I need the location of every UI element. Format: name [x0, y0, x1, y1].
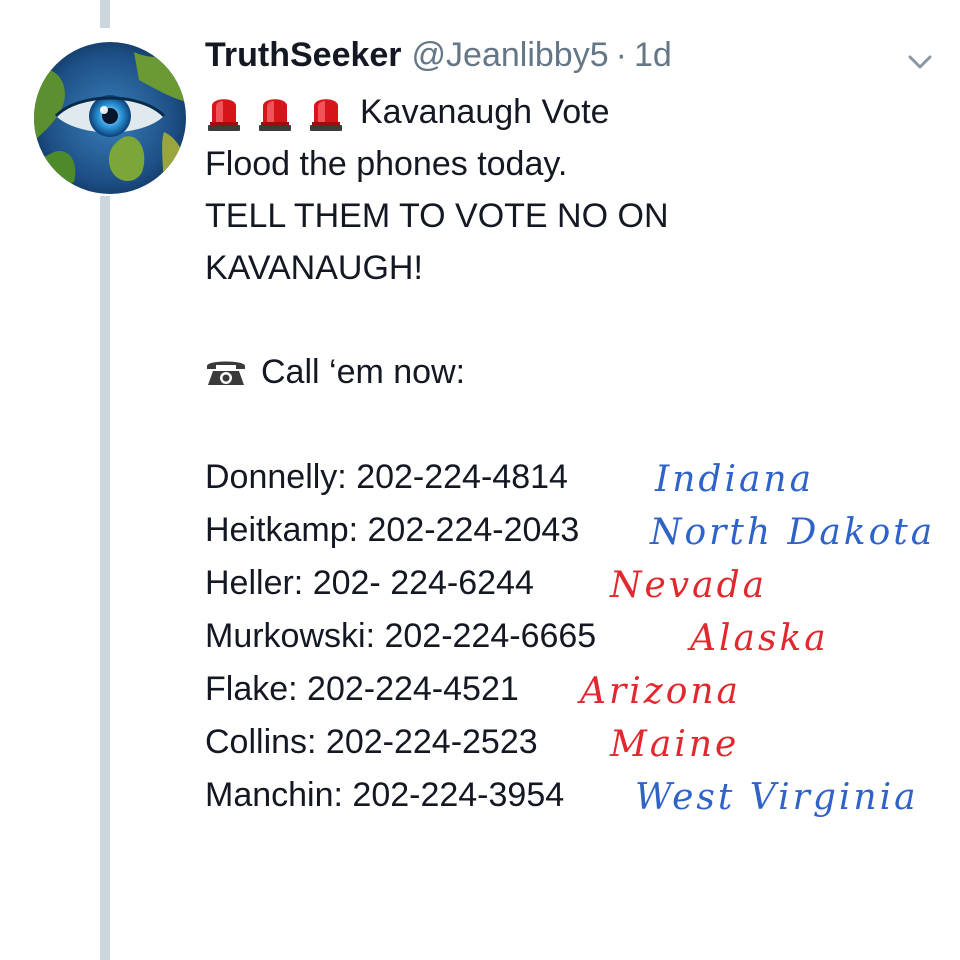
contact-phone-text: Flake: 202-224-4521: [205, 669, 519, 708]
tweet-line: TELL THEM TO VOTE NO ON: [205, 197, 669, 235]
contact-phone-text: Murkowski: 202-224-6665: [205, 616, 597, 655]
handwritten-state-label: Nevada: [610, 565, 768, 606]
separator-dot: ·: [615, 36, 627, 74]
contact-phone-text: Collins: 202-224-2523: [205, 722, 538, 761]
contact-row: Heller: 202- 224-6244 Nevada: [205, 556, 945, 609]
contact-row: Murkowski: 202-224-6665 Alaska: [205, 609, 945, 662]
earth-eye-avatar-icon: [34, 42, 186, 194]
thread-line: [100, 0, 110, 28]
contact-row: Donnelly: 202-224-4814 Indiana: [205, 450, 945, 503]
display-name[interactable]: TruthSeeker: [205, 36, 402, 75]
chevron-down-icon[interactable]: [902, 50, 938, 74]
contact-row: Heitkamp: 202-224-2043 North Dakota: [205, 503, 945, 556]
contact-phone-text: Heller: 202- 224-6244: [205, 563, 534, 602]
contact-row: Collins: 202-224-2523 Maine: [205, 715, 945, 768]
tweet-title: Kavanaugh Vote: [360, 93, 610, 131]
call-text: Call ‘em now:: [261, 353, 466, 391]
title-line: Kavanaugh Vote: [205, 86, 945, 138]
telephone-icon: [205, 357, 247, 387]
call-line: Call ‘em now:: [205, 346, 945, 398]
handwritten-state-label: Alaska: [690, 618, 829, 659]
siren-icon: [205, 92, 243, 132]
contact-phone-text: Manchin: 202-224-3954: [205, 775, 565, 814]
avatar[interactable]: [34, 42, 186, 194]
tweet-line: KAVANAUGH!: [205, 249, 423, 287]
tweet-header: TruthSeeker @Jeanlibby5 · 1d: [205, 36, 672, 82]
handwritten-state-label: West Virginia: [635, 777, 919, 818]
contact-phone-text: Donnelly: 202-224-4814: [205, 457, 568, 496]
contact-row: Manchin: 202-224-3954 West Virginia: [205, 768, 945, 821]
handwritten-state-label: Indiana: [655, 459, 815, 500]
handwritten-state-label: Arizona: [580, 671, 742, 712]
contact-phone-text: Heitkamp: 202-224-2043: [205, 510, 580, 549]
siren-icon: [256, 92, 294, 132]
contact-row: Flake: 202-224-4521 Arizona: [205, 662, 945, 715]
tweet-line: Flood the phones today.: [205, 145, 568, 183]
handwritten-state-label: North Dakota: [650, 512, 936, 553]
contact-list: Donnelly: 202-224-4814 Indiana Heitkamp: 2…: [205, 450, 945, 821]
timestamp[interactable]: 1d: [634, 36, 672, 75]
siren-icon: [307, 92, 345, 132]
thread-line: [100, 196, 110, 960]
user-handle[interactable]: @Jeanlibby5: [412, 36, 609, 75]
handwritten-state-label: Maine: [610, 724, 740, 765]
tweet-text: Kavanaugh Vote Flood the phones today. T…: [205, 86, 945, 821]
